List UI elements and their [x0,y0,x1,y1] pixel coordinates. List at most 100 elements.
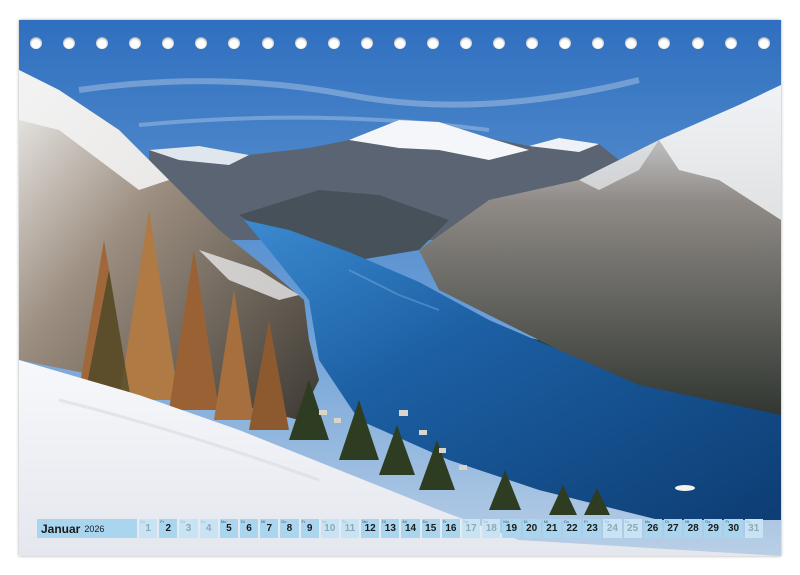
weekday-label: Di [523,519,528,524]
day-number: 6 [246,523,252,534]
day-cell: Fr 9 [300,519,319,538]
weekday-label: Do [563,519,570,524]
day-number: 24 [606,523,618,534]
day-cell: So 11 [340,519,360,538]
weekday-label: Mi [543,519,548,524]
weekday-label: Sa [463,519,468,524]
day-number: 22 [566,523,578,534]
day-cell: Do 8 [280,519,299,538]
day-number: 4 [205,523,212,534]
day-number: 14 [404,523,417,534]
landscape-photo [19,20,781,556]
day-number: 7 [266,523,272,534]
weekday-label: Mo [220,519,227,524]
day-number: 13 [384,523,396,534]
day-number: 8 [286,523,293,534]
binding-hole [261,37,274,49]
weekday-label: Mo [503,519,509,524]
binding-hole [228,37,241,49]
weekday-label: Do [140,519,146,524]
day-cell: Do 15 [421,519,440,538]
binding-hole [96,37,109,49]
day-number: 12 [364,523,376,534]
weekday-label: Sa [745,519,751,524]
day-number: 11 [344,523,356,534]
weekday-label: Fr [442,519,447,524]
day-cells: Do 1 Fr 2 Sa 3 So 4 Mo 5 Di 6 Mi 7 Do 8 Fr 9 Sa 10 So 11 Mo 12 D… [139,519,763,538]
binding-hole [426,37,439,49]
weekday-label: Mi [685,519,690,524]
day-cell: Di 27 [663,519,683,538]
day-number: 9 [306,523,313,534]
day-cell: Do 22 [562,519,582,538]
month-year: 2026 [84,523,105,534]
binding-hole [30,37,42,49]
binding-hole [162,37,175,49]
day-cell: Di 13 [381,519,400,538]
day-number: 3 [185,523,192,534]
binding-hole [625,37,638,49]
day-cell: Do 1 [139,519,158,538]
weekday-label: Do [281,519,287,524]
day-cell: Mo 26 [643,519,662,538]
day-number: 17 [465,523,477,534]
day-cell: So 4 [199,519,218,538]
weekday-label: Mo [362,519,368,524]
month-name: Januar [41,521,81,536]
weekday-label: So [624,519,630,524]
day-cell: So 25 [623,519,642,538]
day-number: 25 [627,523,639,534]
day-cell: Mi 21 [542,519,561,538]
binding-hole [559,37,572,49]
weekday-label: Sa [604,519,610,524]
day-number: 30 [727,523,740,534]
day-cell: Sa 3 [179,519,198,538]
day-number: 27 [667,523,679,534]
weekday-label: Mo [644,519,651,524]
day-number: 15 [425,523,437,534]
calendar-page: Januar 2026 Do 1 Fr 2 Sa 3 So 4 Mo 5 Di 6 Mi 7 Do 8 Fr 9 S… [0,0,800,575]
day-number: 31 [748,523,760,534]
binding-hole [526,37,539,49]
weekday-label: Mi [402,519,407,524]
day-cell: Sa 17 [462,519,481,538]
day-number: 10 [324,523,336,534]
day-cell: Fr 16 [441,519,460,538]
day-cell: Mi 14 [401,519,420,538]
day-cell: Mo 12 [361,519,380,538]
day-number: 29 [707,523,719,534]
day-number: 5 [226,523,232,534]
weekday-label: Do [422,519,428,524]
binding-hole [327,37,340,49]
day-number: 16 [445,523,457,534]
binding-hole [63,37,76,49]
binding-hole [129,37,142,49]
day-cell: Mo 5 [219,519,238,538]
weekday-label: Do [705,519,711,524]
day-cell: Di 6 [239,519,259,538]
binding-hole [393,37,406,49]
binding-hole [493,37,506,49]
day-cell: Mi 28 [684,519,703,538]
weekday-label: So [483,519,489,524]
day-number: 23 [586,523,598,534]
day-number: 26 [647,523,659,534]
day-cell: Sa 24 [603,519,622,538]
binding-hole [592,37,605,49]
day-number: 18 [485,523,497,534]
day-cell: Sa 10 [320,519,339,538]
day-cell: Fr 30 [724,519,743,538]
lake-mountain-scene [19,20,781,556]
weekday-label: Di [240,519,245,524]
day-cell: Di 20 [522,519,541,538]
binding-hole [691,37,704,49]
day-number: 19 [505,523,518,534]
binding-holes [30,35,770,51]
day-cell: Fr 2 [159,519,178,538]
weekday-label: Mi [261,519,266,524]
weekday-label: Di [382,519,387,524]
weekday-label: So [200,519,206,524]
day-cell: Do 29 [704,519,723,538]
month-label: Januar 2026 [37,519,137,538]
day-cell: Fr 23 [583,519,602,538]
